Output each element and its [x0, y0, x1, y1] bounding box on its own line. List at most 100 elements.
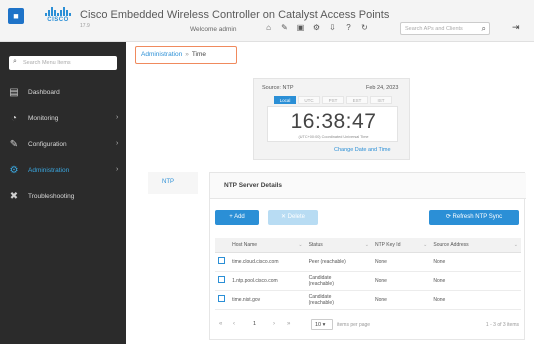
cell-source-address: None — [430, 290, 521, 310]
sidebar-item-label: Administration — [28, 167, 70, 174]
last-page-icon[interactable]: » — [287, 321, 290, 327]
app-grid-icon[interactable]: ■ — [8, 8, 24, 24]
dashboard-icon: ▤ — [9, 87, 19, 98]
sync-icon[interactable]: ⚙ — [312, 23, 321, 33]
download-icon[interactable]: ⇩ — [328, 23, 337, 33]
search-icon: ⌕ — [13, 58, 17, 65]
row-checkbox-cell — [215, 271, 230, 291]
chevron-down-icon: ▾ — [322, 322, 326, 328]
cell-source-address: None — [430, 271, 521, 291]
ntp-server-panel: NTP Server Details + Add ✕ Delete ⟳ Refr… — [209, 172, 526, 340]
column-header-label: Source Address — [433, 241, 469, 248]
clock-date: Feb 24, 2023 — [366, 85, 399, 91]
cell-host-name[interactable]: 1.ntp.pool.cisco.com — [229, 271, 306, 291]
wrench-icon[interactable]: ✎ — [280, 23, 289, 33]
cisco-logo-bars — [44, 7, 72, 16]
header-search-input[interactable]: Search APs and Clients ⌕ — [400, 22, 490, 35]
sidebar-item-label: Troubleshooting — [28, 193, 75, 200]
header-toolbar: ⌂ ✎ ▣ ⚙ ⇩ ? ↻ — [264, 23, 369, 33]
help-icon[interactable]: ? — [344, 23, 353, 33]
clock-source: Source: NTP — [262, 85, 294, 91]
sort-icon[interactable]: ⌄ — [514, 242, 518, 248]
sort-icon[interactable]: ⌄ — [298, 242, 302, 248]
tab-timezone-local[interactable]: Local — [274, 96, 296, 104]
tab-timezone-ist[interactable]: IST — [370, 96, 392, 104]
delete-button[interactable]: ✕ Delete — [268, 210, 318, 225]
refresh-icon[interactable]: ↻ — [360, 23, 369, 33]
tab-timezone-est[interactable]: EST — [346, 96, 368, 104]
chevron-right-icon: › — [116, 114, 119, 121]
sidebar-item-monitoring[interactable]: ◔ Monitoring › — [0, 108, 126, 130]
row-checkbox-cell — [215, 252, 230, 272]
troubleshooting-icon: ✖ — [9, 191, 19, 202]
save-icon[interactable]: ▣ — [296, 23, 305, 33]
row-checkbox-cell — [215, 290, 230, 310]
change-date-time-link[interactable]: Change Date and Time — [334, 147, 391, 153]
sidebar-item-troubleshooting[interactable]: ✖ Troubleshooting — [0, 186, 126, 208]
column-header-source-address[interactable]: Source Address ⌄ — [430, 238, 521, 253]
breadcrumb: Administration» Time — [135, 46, 237, 64]
prev-page-icon[interactable]: ‹ — [233, 321, 235, 327]
app-title: Cisco Embedded Wireless Controller on Ca… — [80, 9, 390, 21]
sidebar-item-configuration[interactable]: ✎ Configuration › — [0, 134, 126, 156]
table-row[interactable]: time.cloud.cisco.com Peer (reachable) No… — [215, 252, 521, 272]
clock-timezone-subtitle: (UTC+00:00) Coordinated Universal Time — [298, 135, 369, 139]
row-checkbox[interactable] — [218, 257, 225, 264]
cell-ntp-key-id: None — [372, 271, 431, 291]
first-page-icon[interactable]: « — [219, 321, 222, 327]
cell-status: Candidate (reachable) — [305, 271, 372, 291]
sort-icon[interactable]: ⌄ — [365, 242, 369, 248]
cell-ntp-key-id: None — [372, 290, 431, 310]
breadcrumb-separator: » — [185, 51, 189, 58]
column-header-host-name[interactable]: Host Name ⌄ — [229, 238, 306, 253]
breadcrumb-current: Time — [191, 51, 207, 58]
table-header-row: Host Name ⌄ Status ⌄ NTP Key Id ⌄ Source… — [215, 238, 521, 253]
table-row[interactable]: time.nist.gov Candidate (reachable) None … — [215, 290, 521, 310]
timezone-tabs: Local UTC PST EST IST — [274, 96, 392, 104]
sidebar-search-input[interactable]: ⌕ Search Menu Items — [9, 56, 117, 70]
column-header-ntp-key-id[interactable]: NTP Key Id ⌄ — [372, 238, 431, 253]
app-version: 17.9 — [80, 23, 90, 29]
header-search-placeholder: Search APs and Clients — [405, 26, 463, 32]
table-row[interactable]: 1.ntp.pool.cisco.com Candidate (reachable… — [215, 271, 521, 291]
home-icon[interactable]: ⌂ — [264, 23, 273, 33]
clock-time: 16:38:47 — [290, 110, 377, 133]
logout-icon[interactable]: ⇥ — [512, 22, 520, 33]
tab-timezone-utc[interactable]: UTC — [298, 96, 320, 104]
sort-icon[interactable]: ⌄ — [423, 242, 427, 248]
ntp-panel-header: NTP Server Details — [210, 173, 526, 199]
search-icon[interactable]: ⌕ — [482, 24, 486, 34]
row-checkbox[interactable] — [218, 295, 225, 302]
cell-ntp-key-id: None — [372, 252, 431, 272]
cisco-wordmark: CISCO — [47, 17, 69, 23]
tab-ntp[interactable]: NTP — [148, 172, 198, 194]
sidebar-item-dashboard[interactable]: ▤ Dashboard — [0, 82, 126, 104]
column-header-status[interactable]: Status ⌄ — [305, 238, 372, 253]
cell-source-address: None — [430, 252, 521, 272]
cell-host-name[interactable]: time.cloud.cisco.com — [229, 252, 306, 272]
administration-icon: ⚙ — [9, 165, 19, 176]
breadcrumb-administration-link[interactable]: Administration — [141, 51, 182, 58]
current-page[interactable]: 1 — [253, 321, 256, 327]
sidebar-item-administration[interactable]: ⚙ Administration › — [0, 160, 126, 182]
clock-face: 16:38:47 (UTC+00:00) Coordinated Univers… — [267, 106, 398, 142]
cell-status-line: (reachable) — [308, 299, 334, 306]
ntp-panel-title: NTP Server Details — [224, 182, 283, 189]
next-page-icon[interactable]: › — [273, 321, 275, 327]
item-count: 1 - 3 of 3 items — [485, 322, 519, 328]
items-per-page-select[interactable]: 10 ▾ — [311, 319, 333, 330]
row-checkbox[interactable] — [218, 276, 225, 283]
cell-status-line: Peer (reachable) — [308, 258, 346, 265]
cell-host-name[interactable]: time.nist.gov — [229, 290, 306, 310]
sidebar-search-placeholder: Search Menu Items — [23, 60, 71, 66]
sidebar-item-label: Configuration — [28, 141, 67, 148]
configuration-icon: ✎ — [9, 139, 19, 150]
refresh-ntp-sync-button[interactable]: ⟳ Refresh NTP Sync — [429, 210, 519, 225]
chevron-right-icon: › — [116, 140, 119, 147]
select-all-header — [215, 238, 230, 253]
clock-panel: Source: NTP Feb 24, 2023 Local UTC PST E… — [253, 78, 410, 160]
add-button[interactable]: + Add — [215, 210, 259, 225]
cell-status: Candidate (reachable) — [305, 290, 372, 310]
cell-status-line: (reachable) — [308, 280, 334, 287]
tab-timezone-pst[interactable]: PST — [322, 96, 344, 104]
